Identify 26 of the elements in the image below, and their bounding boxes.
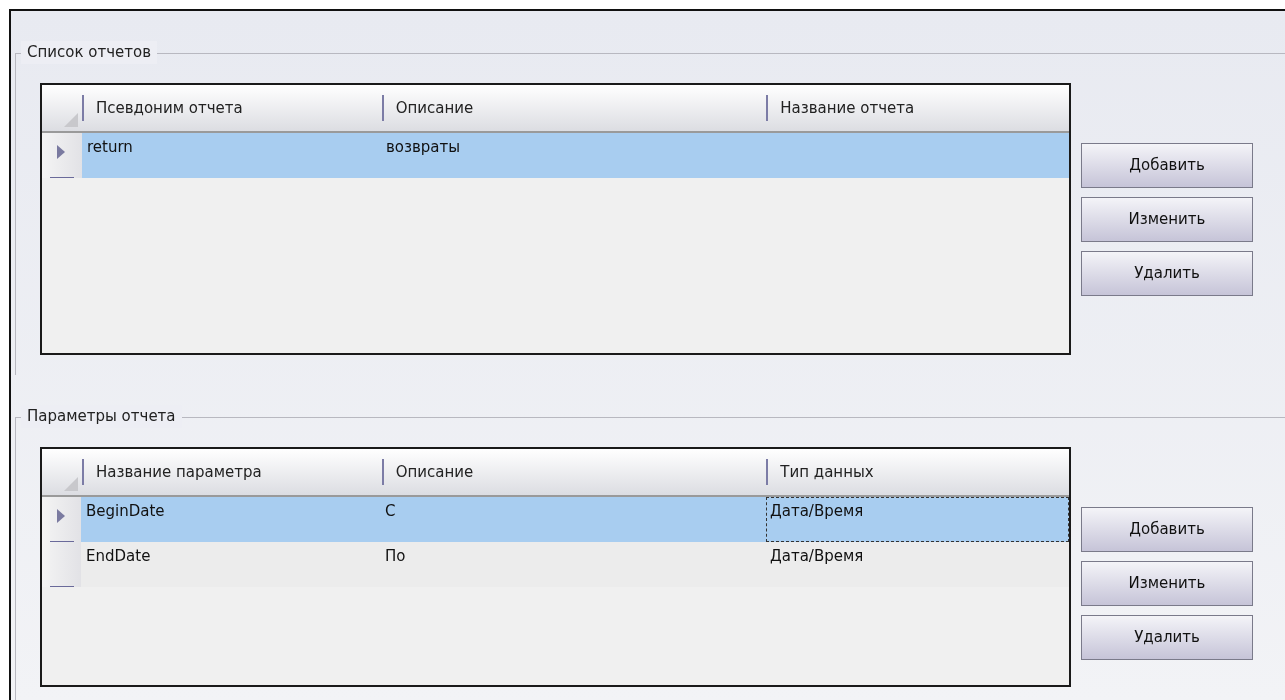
action-button[interactable]: Добавить bbox=[1081, 143, 1253, 188]
table-cell-text: EndDate bbox=[85, 546, 152, 567]
group-title: Список отчетов bbox=[21, 41, 158, 64]
table-cell-text: С bbox=[384, 501, 397, 522]
table-cell-text: По bbox=[384, 546, 407, 567]
action-button[interactable]: Изменить bbox=[1081, 561, 1253, 606]
select-all-corner-icon[interactable] bbox=[63, 113, 78, 127]
column-header[interactable]: Название отчета bbox=[780, 96, 915, 120]
table-cell-text: возвраты bbox=[385, 137, 462, 158]
action-button[interactable]: Изменить bbox=[1081, 197, 1253, 242]
table-cell-text: Дата/Время bbox=[769, 546, 865, 567]
table-cell-text: BeginDate bbox=[85, 501, 166, 522]
row-header[interactable] bbox=[42, 133, 82, 178]
action-button[interactable]: Добавить bbox=[1081, 507, 1253, 552]
column-header[interactable]: Тип данных bbox=[780, 460, 874, 484]
row-header[interactable] bbox=[42, 497, 81, 542]
action-button[interactable]: Удалить bbox=[1081, 615, 1253, 660]
action-button[interactable]: Удалить bbox=[1081, 251, 1253, 296]
column-header[interactable]: Описание bbox=[395, 96, 474, 120]
current-row-icon bbox=[57, 509, 65, 523]
select-all-corner-icon[interactable] bbox=[63, 477, 78, 491]
column-header[interactable]: Псевдоним отчета bbox=[95, 96, 243, 120]
table-cell-text: return bbox=[86, 137, 134, 158]
column-header[interactable]: Описание bbox=[395, 460, 474, 484]
current-row-icon bbox=[57, 145, 65, 159]
column-header[interactable]: Название параметра bbox=[95, 460, 262, 484]
